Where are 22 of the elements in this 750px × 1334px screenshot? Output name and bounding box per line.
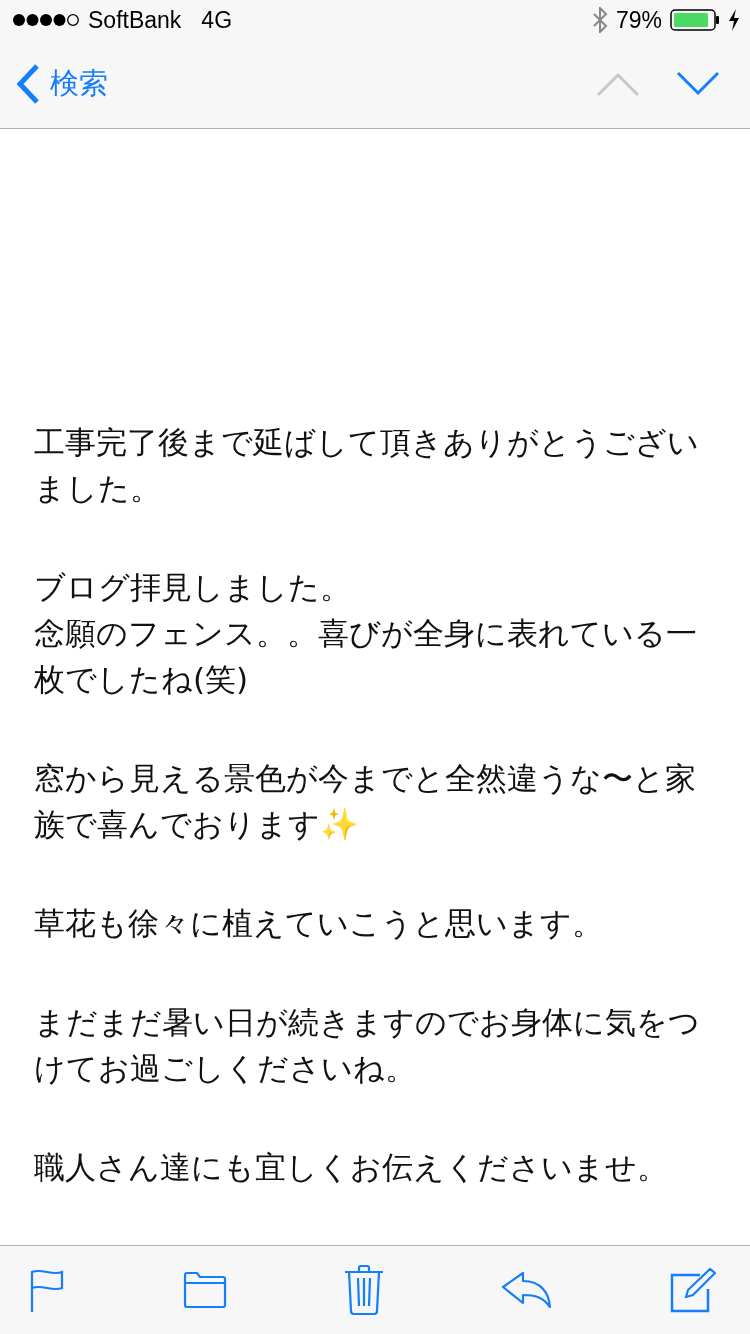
back-button[interactable]: 検索 — [16, 64, 108, 104]
flag-icon[interactable] — [30, 1268, 66, 1312]
message-text: 念願のフェンス。。喜びが全身に表れている一枚でしたね(笑) — [34, 614, 698, 699]
message-text: 工事完了後まで延ばして頂きありがとうございました。 — [34, 423, 700, 508]
carrier-name: SoftBank — [88, 6, 182, 34]
bluetooth-icon — [591, 7, 608, 33]
message-text: 職人さん達にも宜しくお伝えくださいませ。 — [34, 1148, 669, 1187]
compose-icon[interactable] — [670, 1267, 716, 1313]
message-text: まだまだ暑い日が続きますのでお身体に気をつけてお過ごしくださいね。 — [34, 1003, 701, 1088]
chevron-left-icon — [16, 64, 40, 104]
folder-icon[interactable] — [183, 1271, 227, 1309]
charging-icon — [728, 9, 740, 31]
signal-icon — [12, 13, 80, 27]
message-text: 窓から見える景色が今までと全然違うな〜と家族で喜んでおります✨ — [34, 759, 697, 844]
reply-icon[interactable] — [501, 1271, 553, 1309]
network-type: 4G — [201, 6, 233, 34]
battery-percent: 79% — [615, 6, 662, 34]
battery-icon — [670, 9, 720, 31]
message-text: ブログ拝見しました。 — [34, 568, 352, 607]
trash-icon[interactable] — [344, 1265, 384, 1315]
next-button[interactable] — [676, 71, 720, 97]
message-text: 草花も徐々に植えていこうと思います。 — [34, 904, 604, 943]
